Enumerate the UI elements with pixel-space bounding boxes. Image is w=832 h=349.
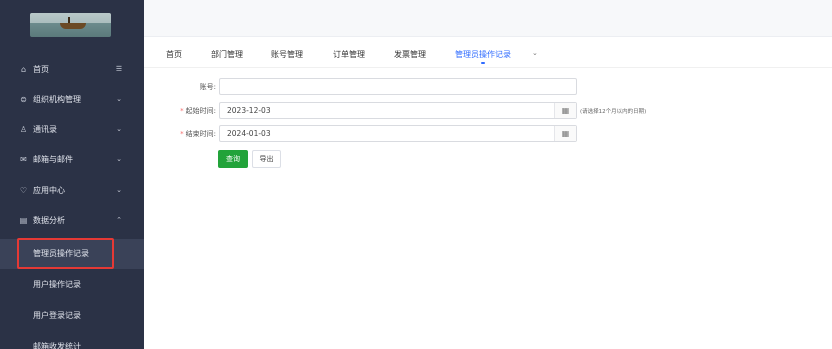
end-date-value: 2024-01-03 [227,129,271,138]
menu-item-label: 应用中心 [33,186,65,195]
calendar-icon[interactable]: ▦ [554,126,576,141]
submenu-item-label: 用户操作记录 [33,280,81,289]
sidebar: ⌂ 首页 ☰ ⊜ 组织机构管理 ⌄ ♙ 通讯录 ⌄ ✉ 邮箱与邮件 ⌄ ♡ 应用… [0,0,144,349]
account-label: 账号: [199,83,216,91]
tab-admin-log[interactable]: 管理员操作记录 [455,49,511,64]
logo-mist [30,13,111,23]
end-time-label-text: 结束时间: [185,130,216,138]
chevron-up-icon: ⌃ [116,216,122,224]
end-time-label: * 结束时间: [172,129,216,139]
apps-icon: ♡ [19,186,28,195]
chevron-down-icon: ⌄ [116,155,122,163]
required-mark: * [180,107,184,115]
start-date-value: 2023-12-03 [227,106,271,115]
submenu-item-label: 邮箱收发统计 [33,342,81,349]
calendar-icon[interactable]: ▦ [554,103,576,118]
start-time-label-text: 起始时间: [185,107,216,115]
mail-icon: ✉ [20,155,27,164]
analysis-icon: ▤ [19,216,28,225]
menu-item-label: 通讯录 [33,125,57,134]
query-button[interactable]: 查询 [218,150,248,168]
account-input[interactable] [219,78,577,95]
menu-item-contacts[interactable]: ♙ 通讯录 ⌄ [0,115,144,145]
menu-item-org[interactable]: ⊜ 组织机构管理 ⌄ [0,85,144,115]
menu-item-mail[interactable]: ✉ 邮箱与邮件 ⌄ [0,145,144,175]
tab-account[interactable]: 账号管理 [271,49,303,60]
highlight-box [17,238,114,269]
tab-invoice[interactable]: 发票管理 [394,49,426,60]
menu-item-analysis[interactable]: ▤ 数据分析 ⌃ [0,206,144,236]
tab-order[interactable]: 订单管理 [333,49,365,60]
logo-image [30,13,111,37]
menu-item-label: 邮箱与邮件 [33,155,73,164]
home-icon: ⌂ [20,65,27,74]
start-date-input[interactable]: 2023-12-03 ▦ [219,102,577,119]
org-icon: ⊜ [20,95,27,104]
tab-department[interactable]: 部门管理 [211,49,243,60]
date-hint: (请选择12个月以内的日期) [580,109,647,115]
submenu-item-label: 用户登录记录 [33,311,81,320]
chevron-down-icon: ⌄ [116,95,122,103]
end-date-input[interactable]: 2024-01-03 ▦ [219,125,577,142]
menu-item-apps[interactable]: ♡ 应用中心 ⌄ [0,176,144,206]
menu-item-label: 组织机构管理 [33,95,81,104]
chevron-down-icon[interactable]: ⌄ [532,49,538,57]
menu-collapse-icon[interactable]: ☰ [115,65,123,74]
top-header [144,0,832,37]
tab-bar: 首页 部门管理 账号管理 订单管理 发票管理 管理员操作记录 ⌄ [144,37,832,68]
contacts-icon: ♙ [19,125,28,134]
required-mark: * [180,130,184,138]
submenu-item-login-log[interactable]: 用户登录记录 [0,301,144,331]
logo-boat [60,23,86,29]
submenu-item-user-log[interactable]: 用户操作记录 [0,270,144,300]
menu-item-label: 首页 [33,65,49,74]
start-time-label: * 起始时间: [172,106,216,116]
menu-item-label: 数据分析 [33,216,65,225]
menu-item-home[interactable]: ⌂ 首页 ☰ [0,55,144,85]
tab-home[interactable]: 首页 [166,49,182,60]
submenu-item-mail-stats[interactable]: 邮箱收发统计 [0,332,144,349]
chevron-down-icon: ⌄ [116,186,122,194]
export-button[interactable]: 导出 [252,150,281,168]
chevron-down-icon: ⌄ [116,125,122,133]
